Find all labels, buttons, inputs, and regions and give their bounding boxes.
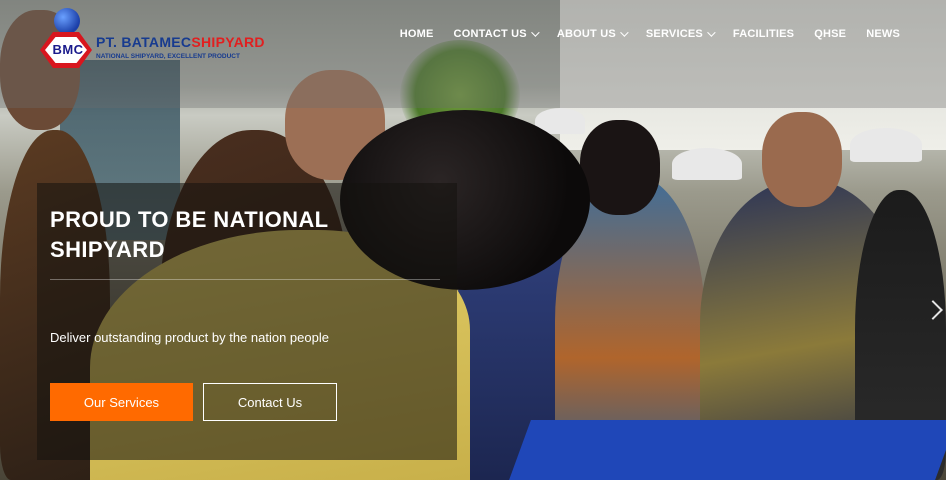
hero-divider bbox=[50, 279, 440, 280]
hero-subtitle: Deliver outstanding product by the natio… bbox=[50, 330, 329, 345]
nav-item-about-us[interactable]: ABOUT US bbox=[547, 26, 636, 42]
company-logo[interactable]: BMC PT. BATAMECSHIPYARD NATIONAL SHIPYAR… bbox=[38, 8, 265, 68]
contact-us-button[interactable]: Contact Us bbox=[203, 383, 337, 421]
nav-item-news[interactable]: NEWS bbox=[856, 26, 910, 42]
our-services-button[interactable]: Our Services bbox=[50, 383, 193, 421]
chevron-down-icon bbox=[531, 28, 540, 37]
nav-item-facilities[interactable]: FACILITIES bbox=[723, 26, 804, 42]
logo-mark: BMC bbox=[52, 42, 84, 57]
chevron-down-icon bbox=[707, 28, 716, 37]
nav-item-home[interactable]: HOME bbox=[390, 26, 444, 42]
globe-icon bbox=[54, 8, 80, 34]
main-nav: HOME CONTACT US ABOUT US SERVICES FACILITIES… bbox=[390, 26, 910, 42]
nav-item-qhse[interactable]: QHSE bbox=[804, 26, 856, 42]
chevron-right-icon[interactable] bbox=[928, 298, 940, 322]
nav-item-contact-us[interactable]: CONTACT US bbox=[444, 26, 547, 42]
nav-item-services[interactable]: SERVICES bbox=[636, 26, 723, 42]
hero-title: PROUD TO BE NATIONAL SHIPYARD bbox=[50, 207, 329, 262]
chevron-down-icon bbox=[620, 28, 629, 37]
logo-tagline: NATIONAL SHIPYARD, EXCELLENT PRODUCT bbox=[96, 53, 240, 60]
site-header: BMC PT. BATAMECSHIPYARD NATIONAL SHIPYAR… bbox=[0, 0, 946, 108]
company-name: PT. BATAMECSHIPYARD bbox=[96, 34, 265, 50]
